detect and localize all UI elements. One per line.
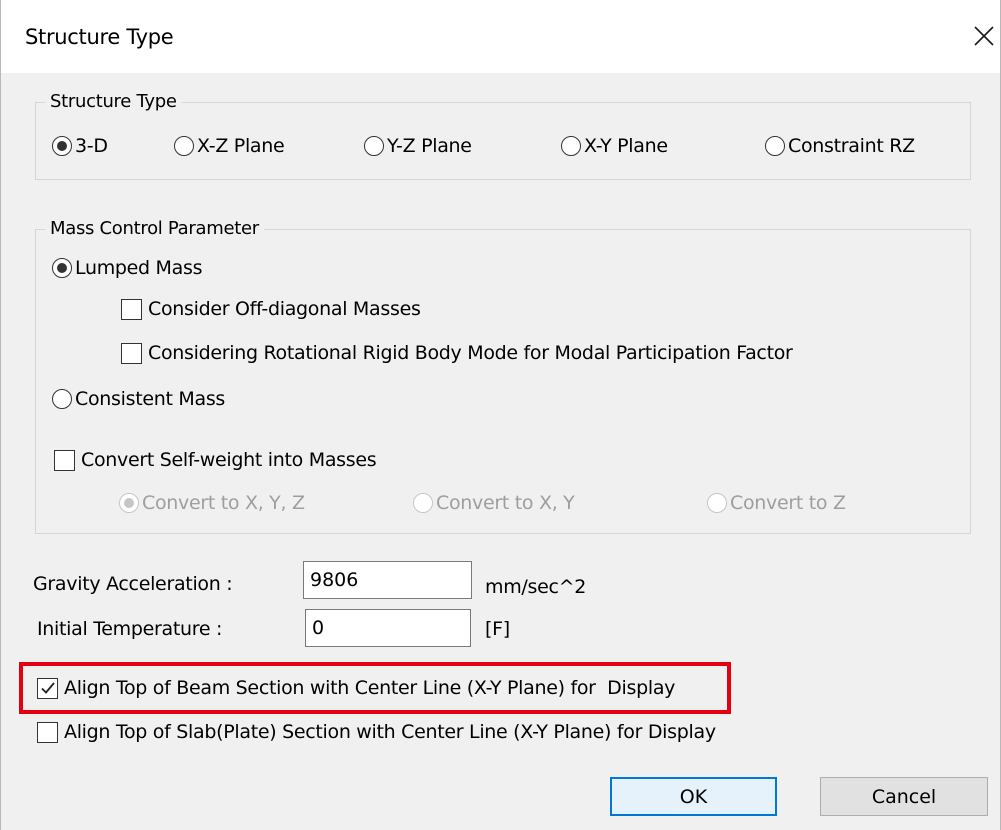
radio-yz-plane[interactable]: Y-Z Plane [364,134,472,158]
ok-button[interactable]: OK [610,777,777,816]
checkbox-convert-self-weight[interactable]: Convert Self-weight into Masses [54,448,377,472]
checkbox-convert-self-weight-box [54,449,75,471]
structure-type-dialog: Structure Type Structure Type 3-D X-Z Pl… [0,0,1001,830]
checkbox-off-diagonal-box [121,298,142,320]
radio-xy-plane-indicator [561,136,581,156]
radio-xz-plane-indicator [174,136,194,156]
checkbox-off-diagonal-label: Consider Off-diagonal Masses [148,298,421,320]
radio-3d-label: 3-D [75,135,108,157]
radio-3d[interactable]: 3-D [52,134,108,158]
checkbox-align-slab-box [37,721,58,743]
temperature-label: Initial Temperature : [37,618,223,640]
checkbox-off-diagonal[interactable]: Consider Off-diagonal Masses [121,297,421,321]
gravity-label: Gravity Acceleration : [33,573,233,595]
checkbox-convert-self-weight-label: Convert Self-weight into Masses [81,449,377,471]
checkbox-align-beam-box [37,677,58,699]
checkbox-rotational-rigid-label: Considering Rotational Rigid Body Mode f… [148,342,793,364]
radio-lumped-mass-label: Lumped Mass [75,257,203,279]
bottom-edge [1,826,1000,830]
checkbox-rotational-rigid-box [121,342,142,364]
radio-xz-plane-label: X-Z Plane [197,135,285,157]
title-bar: Structure Type [1,3,1000,73]
check-icon [40,682,55,694]
radio-lumped-mass-indicator [52,258,72,278]
radio-yz-plane-indicator [364,136,384,156]
radio-xy-plane-label: X-Y Plane [584,135,668,157]
radio-convert-xy[interactable]: Convert to X, Y [413,491,575,515]
checkbox-align-beam-label: Align Top of Beam Section with Center Li… [64,677,676,699]
radio-lumped-mass[interactable]: Lumped Mass [52,256,202,280]
structure-type-group-label: Structure Type [45,91,182,113]
radio-convert-z-indicator [707,493,727,513]
radio-consistent-mass-label: Consistent Mass [75,388,226,410]
cancel-button[interactable]: Cancel [820,777,988,816]
radio-constraint-rz[interactable]: Constraint RZ [765,134,915,158]
dialog-title: Structure Type [25,25,174,49]
radio-xz-plane[interactable]: X-Z Plane [174,134,285,158]
radio-convert-xy-indicator [413,493,433,513]
radio-convert-z-label: Convert to Z [730,492,846,514]
radio-convert-xyz-label: Convert to X, Y, Z [142,492,305,514]
radio-yz-plane-label: Y-Z Plane [387,135,472,157]
radio-convert-z[interactable]: Convert to Z [707,491,846,515]
radio-consistent-mass-indicator [52,389,72,409]
close-icon [974,26,994,46]
close-button[interactable] [967,17,1000,55]
radio-consistent-mass[interactable]: Consistent Mass [52,387,225,411]
checkbox-align-slab[interactable]: Align Top of Slab(Plate) Section with Ce… [37,720,716,744]
temperature-input[interactable] [305,609,471,647]
temperature-unit: [F] [485,618,510,640]
radio-convert-xy-label: Convert to X, Y [436,492,575,514]
radio-constraint-rz-indicator [765,136,785,156]
radio-xy-plane[interactable]: X-Y Plane [561,134,668,158]
mass-control-group-label: Mass Control Parameter [45,218,264,240]
checkbox-rotational-rigid[interactable]: Considering Rotational Rigid Body Mode f… [121,341,793,365]
radio-convert-xyz-indicator [119,493,139,513]
checkbox-align-beam[interactable]: Align Top of Beam Section with Center Li… [37,676,675,700]
radio-convert-xyz[interactable]: Convert to X, Y, Z [119,491,305,515]
radio-constraint-rz-label: Constraint RZ [788,135,915,157]
gravity-unit: mm/sec^2 [485,576,587,598]
radio-3d-indicator [52,136,72,156]
checkbox-align-slab-label: Align Top of Slab(Plate) Section with Ce… [64,721,716,743]
gravity-input[interactable] [303,561,472,599]
